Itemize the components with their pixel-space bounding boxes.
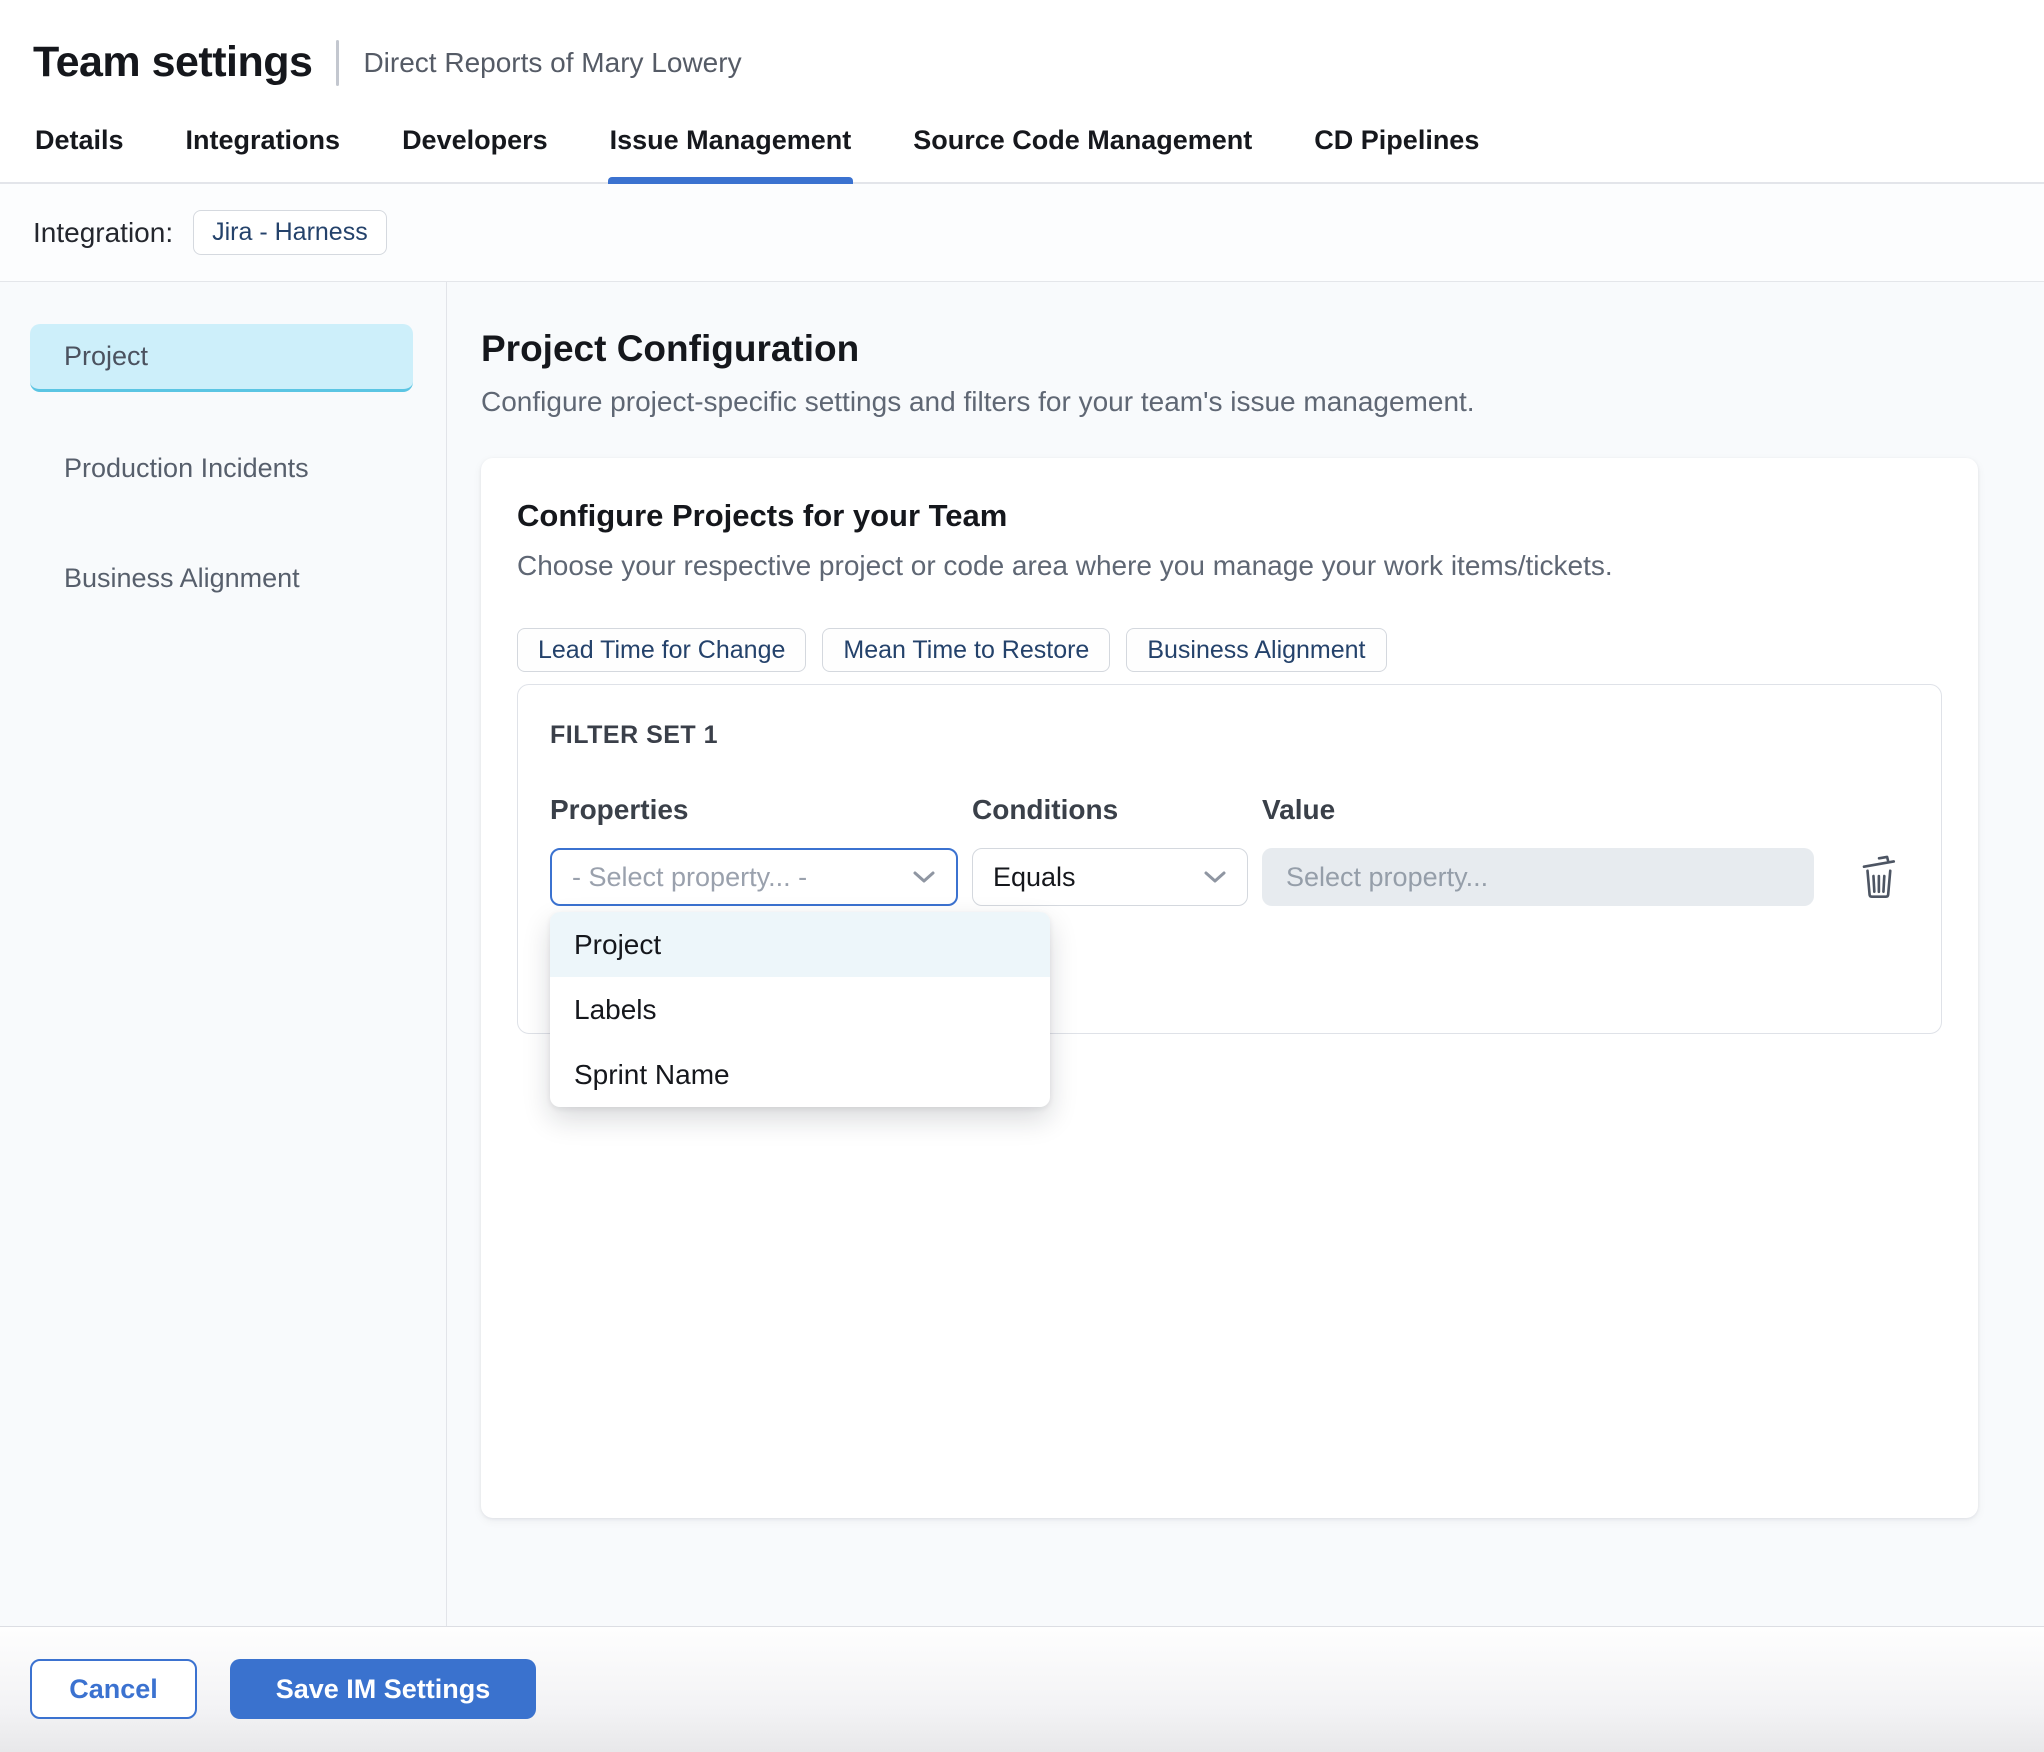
tab-cd-pipelines[interactable]: CD Pipelines	[1312, 113, 1481, 182]
condition-select-value: Equals	[993, 861, 1076, 892]
sidebar-item-project[interactable]: Project	[30, 324, 413, 392]
content-area: Project Production Incidents Business Al…	[0, 282, 2044, 1626]
filter-set-box: FILTER SET 1 Properties Conditions Value…	[517, 684, 1942, 1107]
delete-filter-button[interactable]	[1852, 849, 1904, 905]
property-dropdown: Project Labels Sprint Name	[550, 912, 1050, 1107]
tab-details[interactable]: Details	[33, 113, 126, 182]
tab-developers[interactable]: Developers	[400, 113, 550, 182]
title-separator	[336, 39, 340, 86]
property-select-placeholder: - Select property... -	[572, 861, 808, 892]
page-title: Team settings	[33, 38, 313, 86]
footer-action-bar: Cancel Save IM Settings	[0, 1626, 2044, 1752]
value-input[interactable]	[1262, 848, 1814, 906]
dropdown-option-project[interactable]: Project	[550, 912, 1050, 977]
page-subtitle: Direct Reports of Mary Lowery	[363, 46, 742, 78]
property-select[interactable]: - Select property... - Project Labels Sp…	[550, 848, 1050, 1107]
configure-projects-card: Configure Projects for your Team Choose …	[481, 458, 1978, 1518]
card-description: Choose your respective project or code a…	[517, 550, 1613, 581]
tab-bar: Details Integrations Developers Issue Ma…	[0, 113, 2044, 184]
section-description: Configure project-specific settings and …	[481, 386, 1475, 417]
dropdown-option-labels[interactable]: Labels	[550, 977, 1050, 1042]
cancel-button[interactable]: Cancel	[30, 1659, 197, 1719]
value-column-label: Value	[1262, 794, 1336, 825]
chevron-down-icon	[1203, 870, 1227, 884]
chip-lead-time-for-change[interactable]: Lead Time for Change	[517, 628, 807, 672]
integration-chip[interactable]: Jira - Harness	[193, 210, 387, 255]
conditions-column-label: Conditions	[972, 794, 1119, 825]
tab-integrations[interactable]: Integrations	[184, 113, 343, 182]
sidebar-item-production-incidents[interactable]: Production Incidents	[30, 434, 413, 502]
sidebar-item-business-alignment[interactable]: Business Alignment	[30, 544, 413, 612]
integration-label: Integration:	[33, 216, 174, 248]
save-im-settings-button[interactable]: Save IM Settings	[230, 1659, 536, 1719]
section-title: Project Configuration	[481, 328, 860, 369]
main-panel: Project Configuration Configure project-…	[447, 282, 2044, 1626]
dropdown-option-sprint-name[interactable]: Sprint Name	[550, 1042, 1050, 1107]
integration-row: Integration: Jira - Harness	[0, 184, 2044, 282]
metric-chips-row: Lead Time for Change Mean Time to Restor…	[517, 628, 1942, 672]
trash-icon	[1857, 852, 1899, 903]
tab-source-code-management[interactable]: Source Code Management	[911, 113, 1254, 182]
filter-controls-row: - Select property... - Project Labels Sp…	[550, 848, 1909, 1107]
condition-select[interactable]: Equals	[972, 848, 1248, 906]
card-title: Configure Projects for your Team	[517, 498, 1008, 533]
sidebar: Project Production Incidents Business Al…	[0, 282, 447, 1626]
tab-issue-management[interactable]: Issue Management	[607, 113, 854, 184]
chevron-down-icon	[912, 870, 936, 884]
chip-business-alignment[interactable]: Business Alignment	[1126, 628, 1387, 672]
filter-set-title: FILTER SET 1	[550, 721, 719, 749]
filter-column-labels: Properties Conditions Value	[550, 794, 1909, 826]
page-header: Team settings Direct Reports of Mary Low…	[0, 0, 2044, 113]
chip-mean-time-to-restore[interactable]: Mean Time to Restore	[822, 628, 1111, 672]
properties-column-label: Properties	[550, 794, 689, 825]
